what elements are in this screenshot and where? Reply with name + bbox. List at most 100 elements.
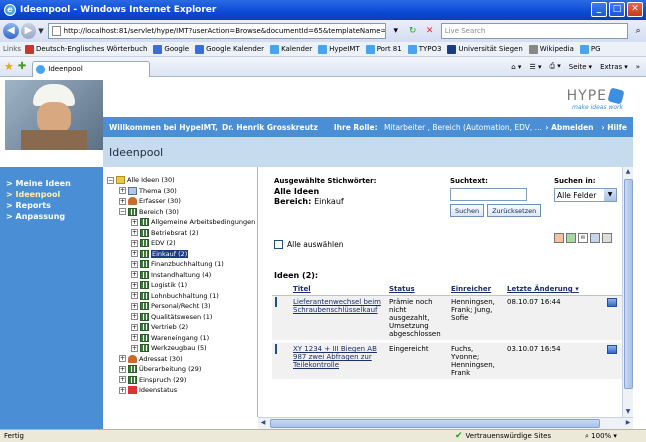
tree-node[interactable]: + Werkzeugbau (5): [107, 343, 257, 354]
row-checkbox[interactable]: [275, 297, 277, 307]
nav-item[interactable]: Meine Ideen: [6, 179, 103, 188]
logout-link[interactable]: Abmelden: [545, 123, 593, 132]
select-all-checkbox[interactable]: [274, 240, 283, 249]
expand-icon[interactable]: +: [131, 271, 138, 279]
column-submitter[interactable]: Einreicher: [448, 283, 504, 296]
link-item[interactable]: Universität Siegen: [447, 44, 523, 54]
link-item[interactable]: Google Kalender: [195, 44, 264, 54]
expand-icon[interactable]: +: [131, 302, 138, 310]
tree-node[interactable]: + Ideenstatus: [107, 385, 257, 396]
back-button[interactable]: ◀: [3, 23, 19, 39]
search-scope-select[interactable]: Alle Felder ▼: [554, 188, 617, 202]
tree-node[interactable]: + Thema (30): [107, 186, 257, 197]
print-icon[interactable]: [590, 233, 600, 243]
tree-node[interactable]: + Einkauf (2): [107, 249, 257, 260]
expand-icon[interactable]: +: [131, 260, 138, 268]
print-button[interactable]: ⎙ ▾: [549, 62, 560, 71]
tree-node[interactable]: + Qualitätswesen (1): [107, 312, 257, 323]
tab-ideenpool[interactable]: Ideenpool: [32, 60, 151, 77]
expand-icon[interactable]: +: [131, 250, 138, 258]
link-item[interactable]: Deutsch-Englisches Wörterbuch: [24, 44, 147, 54]
vertical-scroll-thumb[interactable]: [624, 179, 633, 389]
search-input[interactable]: Live Search: [440, 23, 629, 39]
home-button[interactable]: ⌂ ▾: [511, 63, 521, 71]
pdf-export-icon[interactable]: [554, 233, 564, 243]
url-dropdown-icon[interactable]: ▾: [389, 24, 403, 38]
collapse-icon[interactable]: −: [119, 208, 126, 216]
column-status[interactable]: Status: [386, 283, 448, 296]
expand-icon[interactable]: +: [119, 355, 126, 363]
chevron-down-icon[interactable]: ▼: [604, 189, 616, 201]
search-text-input[interactable]: [450, 188, 527, 201]
stop-icon[interactable]: ✕: [423, 24, 437, 38]
history-dropdown-icon[interactable]: ▼: [38, 27, 43, 35]
tree-node[interactable]: − Bereich (30): [107, 207, 257, 218]
search-button[interactable]: Suchen: [450, 204, 485, 217]
expand-icon[interactable]: +: [131, 229, 138, 237]
expand-icon[interactable]: +: [119, 365, 126, 373]
expand-icon[interactable]: +: [131, 239, 138, 247]
idea-title-link[interactable]: XY 1234 + III Biegen AB 987 zwei Abfrage…: [293, 345, 377, 369]
scroll-down-icon[interactable]: ▼: [623, 407, 633, 417]
scroll-left-icon[interactable]: ◀: [258, 418, 268, 428]
expand-icon[interactable]: +: [131, 313, 138, 321]
link-item[interactable]: PG: [579, 44, 601, 54]
excel-export-icon[interactable]: [566, 233, 576, 243]
tree-view-icon[interactable]: [602, 233, 612, 243]
link-item[interactable]: Kalender: [270, 44, 312, 54]
tree-node[interactable]: + Lohnbuchhaltung (1): [107, 291, 257, 302]
tree-node[interactable]: + Finanzbuchhaltung (1): [107, 259, 257, 270]
tree-node[interactable]: + Allgemeine Arbeitsbedingungen (5): [107, 217, 267, 228]
favorites-star-icon[interactable]: ★: [4, 60, 14, 73]
expand-icon[interactable]: +: [119, 187, 126, 195]
collapse-icon[interactable]: −: [107, 176, 114, 184]
nav-item[interactable]: Ideenpool: [6, 190, 103, 199]
search-go-icon[interactable]: ⌕: [630, 23, 646, 39]
vertical-scrollbar[interactable]: ▲ ▼: [622, 167, 633, 417]
expand-icon[interactable]: +: [119, 197, 126, 205]
reset-button[interactable]: Zurücksetzen: [487, 204, 542, 217]
row-checkbox[interactable]: [275, 344, 277, 354]
scroll-right-icon[interactable]: ▶: [623, 418, 633, 428]
edit-idea-icon[interactable]: [607, 345, 617, 354]
expand-icon[interactable]: +: [119, 376, 126, 384]
tree-node[interactable]: + Einspruch (29): [107, 375, 257, 386]
tree-root[interactable]: − Alle Ideen (30): [107, 175, 257, 186]
column-last-change[interactable]: Letzte Änderung ▾: [504, 283, 604, 296]
maximize-button[interactable]: □: [609, 2, 625, 17]
link-item[interactable]: HypeIMT: [318, 44, 360, 54]
tree-node[interactable]: + Personal/Recht (3): [107, 301, 257, 312]
link-item[interactable]: Port 81: [365, 44, 402, 54]
expand-icon[interactable]: +: [119, 386, 126, 394]
tree-node[interactable]: + Erfasser (30): [107, 196, 257, 207]
page-menu[interactable]: Seite ▾: [569, 63, 592, 71]
edit-idea-icon[interactable]: [607, 298, 617, 307]
tree-node[interactable]: + Wareneingang (1): [107, 333, 257, 344]
minimize-button[interactable]: _: [591, 2, 607, 17]
tree-node[interactable]: + Überarbeitung (29): [107, 364, 257, 375]
tree-node[interactable]: + Instandhaltung (4): [107, 270, 257, 281]
link-item[interactable]: Wikipedia: [528, 44, 574, 54]
expand-icon[interactable]: +: [131, 323, 138, 331]
expand-icon[interactable]: +: [131, 218, 138, 226]
overflow-chevron-icon[interactable]: »: [636, 63, 640, 71]
help-link[interactable]: Hilfe: [602, 123, 627, 132]
address-input[interactable]: http://localhost:81/servlet/hype/IMT?use…: [47, 23, 386, 39]
link-item[interactable]: TYPO3: [407, 44, 441, 54]
select-all[interactable]: Alle auswählen: [274, 240, 344, 249]
link-item[interactable]: Google: [153, 44, 189, 54]
idea-title-link[interactable]: Lieferantenwechsel beim Schraubenschlüss…: [293, 298, 381, 314]
horizontal-scrollbar[interactable]: ◀ ▶: [258, 417, 633, 429]
tree-node[interactable]: + Adressat (30): [107, 354, 257, 365]
tree-node[interactable]: + EDV (2): [107, 238, 257, 249]
add-favorite-icon[interactable]: ✚: [18, 61, 26, 72]
extras-menu[interactable]: Extras ▾: [600, 63, 628, 71]
expand-icon[interactable]: +: [131, 281, 138, 289]
feeds-button[interactable]: ☰ ▾: [529, 63, 541, 71]
forward-button[interactable]: ▶: [20, 23, 37, 39]
zoom-level[interactable]: ⌕ 100% ▾: [585, 432, 617, 441]
tree-node[interactable]: + Betriebsrat (2): [107, 228, 257, 239]
column-title[interactable]: Titel: [290, 283, 386, 296]
scroll-up-icon[interactable]: ▲: [623, 167, 633, 177]
refresh-icon[interactable]: ↻: [406, 24, 420, 38]
